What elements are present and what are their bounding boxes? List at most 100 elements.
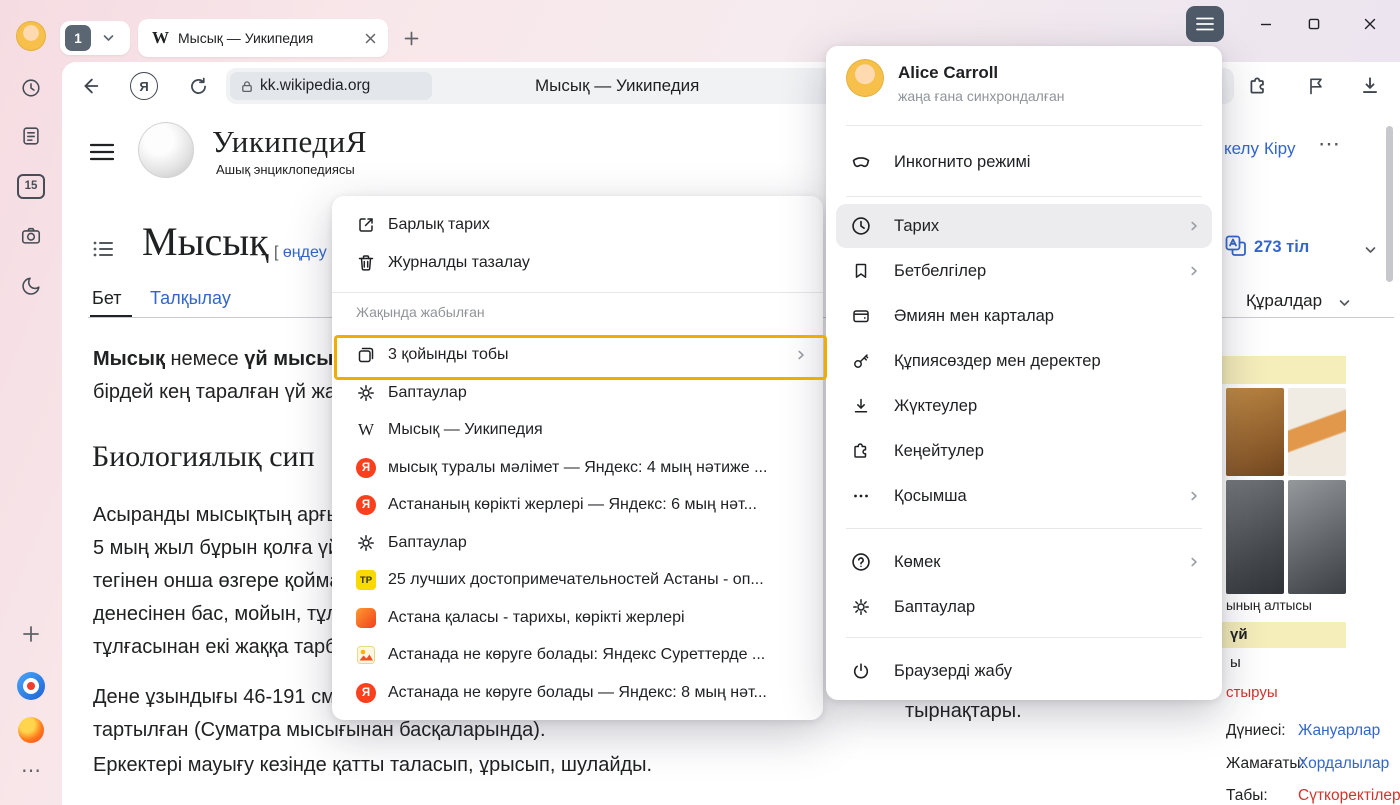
yandex-browser-logo-icon[interactable] [17,672,45,700]
infobox-caption-fragment: ының алтысы [1226,598,1312,613]
history-item-astana-site[interactable]: Астана қаласы - тарихы, көрікті жерлері [332,599,823,637]
downloads-toolbar-icon[interactable] [1356,72,1384,100]
history-item-yandex-images[interactable]: Астанада не көруге болады: Яндекс Суретт… [332,636,823,674]
domain-chip[interactable]: kk.wikipedia.org [230,72,432,100]
tab-talk[interactable]: Талқылау [150,288,231,309]
profile-name[interactable]: Alice Carroll [898,63,998,83]
reload-button[interactable] [184,72,212,100]
help-icon [850,551,872,573]
history-item-wikipedia[interactable]: W Мысық — Уикипедия [332,411,823,449]
history-submenu: Барлық тарих Журналды тазалау Жақында жа… [332,196,823,720]
yandex-favicon: Я [356,458,376,478]
tools-dropdown[interactable]: Құралдар [1246,291,1322,311]
images-favicon [356,645,376,665]
menu-item-settings[interactable]: Баптаулар [836,585,1212,629]
history-item-clear-log[interactable]: Журналды тазалау [332,244,823,282]
menu-item-downloads[interactable]: Жүктеулер [836,384,1212,428]
signup-link-fragment[interactable]: келу [1224,139,1259,159]
language-count[interactable]: 273 тіл [1254,238,1309,257]
browser-main-menu: Alice Carroll жаңа ғана синхрондалған Ин… [826,46,1222,700]
taxo-value-link[interactable]: Хордалылар [1298,755,1389,773]
page-scrollbar[interactable] [1386,126,1393,282]
taxo-value-link[interactable]: Сүткоректілер [1298,787,1400,805]
history-item-yandex-search[interactable]: Я Астананың көрікті жерлері — Яндекс: 6 … [332,486,823,524]
tab-counter[interactable]: 1 [60,21,130,55]
menu-item-label: Астана қаласы - тарихы, көрікті жерлері [388,609,685,627]
menu-item-bookmarks[interactable]: Бетбелгілер [836,249,1212,293]
signin-link[interactable]: Кіру [1264,139,1295,159]
menu-item-label: Баптаулар [894,598,975,617]
contents-list-icon[interactable] [90,236,116,262]
rail-history-icon[interactable] [17,74,45,102]
more-options-icon[interactable]: ⋯ [1318,131,1340,157]
infobox-redlink-fragment[interactable]: стыруы [1226,684,1278,701]
menu-item-label: Тарих [894,217,939,236]
tab-close-icon[interactable] [365,33,376,44]
taxo-value-link[interactable]: Жануарлар [1298,722,1380,740]
rail-dark-mode-icon[interactable] [17,272,45,300]
yandex-search-icon[interactable]: Я [130,72,158,100]
back-button[interactable] [76,72,104,100]
menu-item-label: мысық туралы мәлімет — Яндекс: 4 мың нәт… [388,459,767,477]
chevron-right-icon [1188,265,1200,277]
active-tab[interactable]: W Мысық — Уикипедия [138,19,388,57]
wallet-icon [850,305,872,327]
menu-item-history[interactable]: Тарих [836,204,1212,248]
tab-title: Мысық — Уикипедия [178,30,365,46]
history-item-yandex-search[interactable]: Я мысық туралы мәлімет — Яндекс: 4 мың н… [332,449,823,487]
rail-notes-icon[interactable] [17,122,45,150]
wikipedia-logo[interactable] [138,122,194,178]
new-tab-button[interactable] [398,25,424,51]
tools-chevron-down-icon[interactable] [1336,295,1352,311]
gear-icon [356,533,376,553]
ellipsis-glyph: ⋯ [21,758,41,783]
menu-item-extensions[interactable]: Кеңейтулер [836,429,1212,473]
tab-page[interactable]: Бет [92,288,121,309]
menu-item-passwords[interactable]: Құпиясөздер мен деректер [836,339,1212,383]
bookmark-icon [850,260,872,282]
browser-profile-avatar[interactable] [16,21,46,51]
browser-menu-button[interactable] [1186,6,1224,42]
menu-item-close-browser[interactable]: Браузерді жабу [836,649,1212,693]
history-item-yandex-search[interactable]: Я Астанада не көруге болады — Яндекс: 8 … [332,674,823,712]
site-favicon [356,608,376,628]
window-minimize-button[interactable] [1251,9,1281,39]
history-item-settings[interactable]: Баптаулар [332,524,823,562]
menu-item-incognito[interactable]: Инкогнито режимі [836,140,1212,184]
extensions-puzzle-icon[interactable] [1244,72,1272,100]
wiki-hamburger-icon[interactable] [88,138,116,166]
window-maximize-button[interactable] [1299,9,1329,39]
window-close-button[interactable] [1355,9,1385,39]
menu-divider [846,528,1202,529]
rail-add-icon[interactable] [17,620,45,648]
menu-item-help[interactable]: Көмек [836,540,1212,584]
menu-item-label: Журналды тазалау [388,254,530,272]
menu-item-label: Кеңейтулер [894,442,984,461]
history-item-tripadvisor[interactable]: TP 25 лучших достопримечательностей Аста… [332,561,823,599]
edit-link[interactable]: [ өңдеу [274,244,327,262]
cat-photo [1288,388,1346,476]
translate-languages-icon[interactable] [1224,234,1248,258]
language-chevron-down-icon[interactable] [1362,242,1378,258]
puzzle-icon [850,440,872,462]
rail-more-icon[interactable]: ⋯ [17,756,45,784]
infobox-section-fragment: үй [1230,626,1248,643]
profile-avatar[interactable] [846,59,884,97]
rail-services-icon[interactable] [17,716,45,744]
recently-closed-section-title: Жақында жабылған [356,304,485,320]
rail-screenshot-icon[interactable] [17,222,45,250]
history-item-tab-group[interactable]: 3 қойынды тобы [332,336,823,374]
menu-item-label: 3 қойынды тобы [388,346,509,364]
history-item-all-history[interactable]: Барлық тарих [332,206,823,244]
gear-icon [356,383,376,403]
rail-tab-count-badge[interactable]: 15 [17,172,45,200]
collections-flag-icon[interactable] [1302,72,1330,100]
menu-item-wallet[interactable]: Әмиян мен карталар [836,294,1212,338]
edit-label: өңдеу [283,244,327,261]
section-heading: Биологиялық сип [92,440,315,474]
history-item-settings[interactable]: Баптаулар [332,374,823,412]
menu-item-label: Астанада не көруге болады — Яндекс: 8 мы… [388,684,767,702]
chevron-right-icon [795,349,807,361]
infobox-header-bar [1222,356,1346,384]
menu-item-more[interactable]: Қосымша [836,474,1212,518]
